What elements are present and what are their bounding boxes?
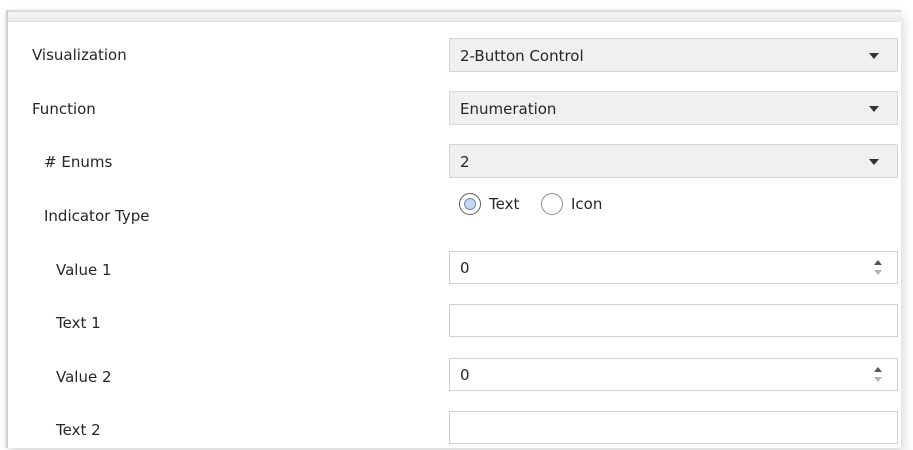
visualization-value: 2-Button Control [460,47,584,65]
value1-spinner[interactable]: 0 [449,251,898,284]
indicator-type-radio-group: Text Icon [449,190,649,220]
value2-value: 0 [460,366,470,384]
visualization-dropdown[interactable]: 2-Button Control [449,38,898,72]
visualization-label: Visualization [32,46,127,64]
function-dropdown[interactable]: Enumeration [449,91,898,125]
indicator-type-text-radio[interactable] [459,193,481,215]
function-label: Function [32,100,96,118]
indicator-type-text-label[interactable]: Text [489,194,519,214]
indicator-type-icon-label[interactable]: Icon [571,194,602,214]
value1-spin-buttons[interactable] [873,258,883,278]
chevron-down-icon [869,53,879,59]
chevron-down-icon [869,106,879,112]
arrow-up-icon[interactable] [874,260,882,265]
value2-label: Value 2 [56,368,112,386]
value1-value: 0 [460,259,470,277]
indicator-type-icon-radio[interactable] [541,193,563,215]
enums-dropdown[interactable]: 2 [449,144,898,178]
function-value: Enumeration [460,100,557,118]
chevron-down-icon [869,159,879,165]
value1-label: Value 1 [56,261,112,279]
indicator-type-label: Indicator Type [44,207,150,225]
value2-spin-buttons[interactable] [873,365,883,385]
arrow-down-icon[interactable] [874,377,882,382]
panel-top-bar [8,12,901,22]
arrow-down-icon[interactable] [874,270,882,275]
text2-label: Text 2 [56,421,101,439]
text1-input[interactable] [449,304,898,337]
text2-input[interactable] [449,411,898,444]
enums-label: # Enums [44,153,113,171]
text1-label: Text 1 [56,314,101,332]
arrow-up-icon[interactable] [874,367,882,372]
radio-selected-dot [464,198,476,210]
enums-value: 2 [460,153,470,171]
value2-spinner[interactable]: 0 [449,358,898,391]
